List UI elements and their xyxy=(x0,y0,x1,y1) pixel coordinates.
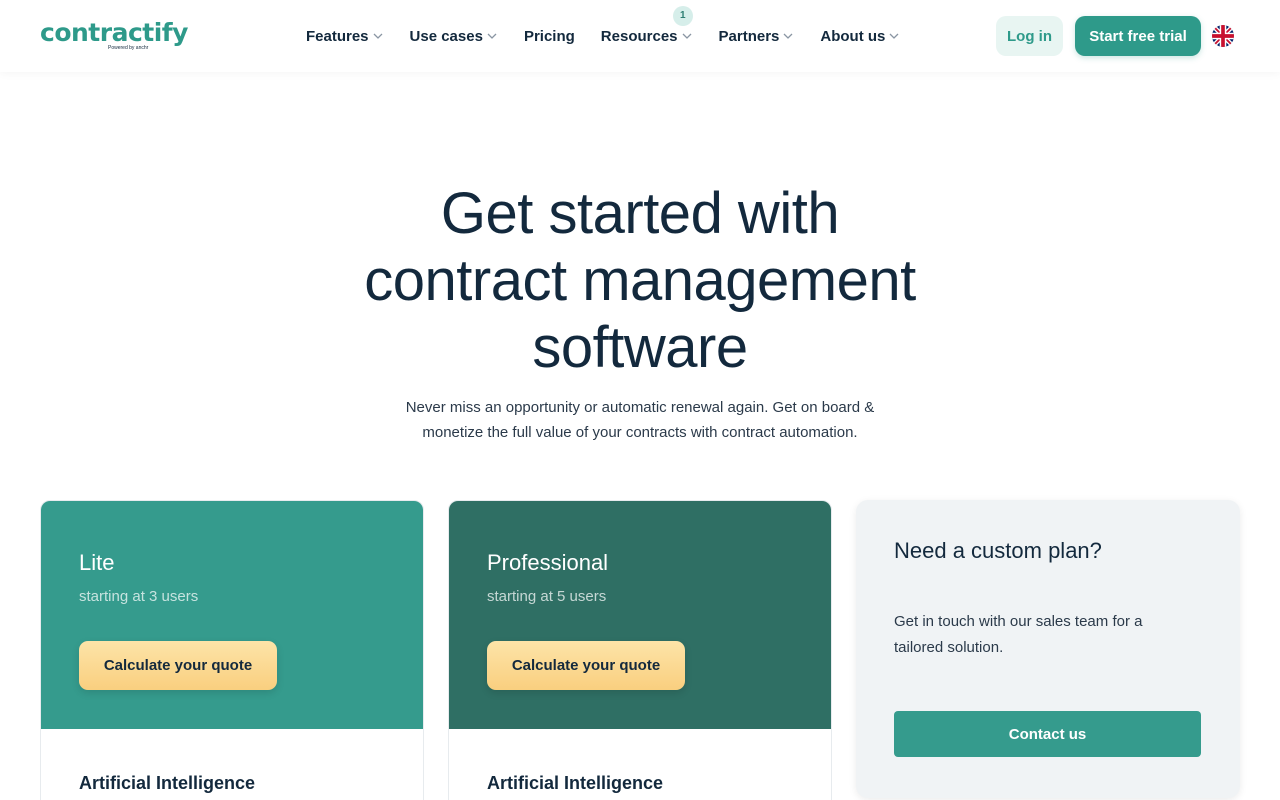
calculate-quote-button[interactable]: Calculate your quote xyxy=(487,641,685,690)
nav-label: Features xyxy=(306,27,369,45)
nav-item-use-cases[interactable]: Use cases xyxy=(410,28,498,45)
hero-subtitle: Never miss an opportunity or automatic r… xyxy=(340,395,940,445)
title-line: software xyxy=(532,315,748,380)
nav-item-partners[interactable]: Partners xyxy=(719,28,795,45)
nav-label: Resources xyxy=(600,27,678,45)
notification-badge: 1 xyxy=(672,5,693,26)
plan-name: Professional xyxy=(487,550,609,575)
logo-tagline: Powered by anchr xyxy=(108,45,149,51)
chevron-down-icon xyxy=(682,33,691,39)
chevron-down-icon xyxy=(889,33,899,39)
nav-item-pricing[interactable]: Pricing xyxy=(524,28,575,45)
plan-card-header: Professional starting at 5 users Calcula… xyxy=(449,501,831,729)
plan-card-lite: Lite starting at 3 users Calculate your … xyxy=(40,500,424,800)
start-free-trial-button[interactable]: Start free trial xyxy=(1075,16,1201,56)
chevron-down-icon xyxy=(487,33,497,39)
page-title: Get started with contract management sof… xyxy=(240,180,1040,381)
nav-label: Use cases xyxy=(409,27,483,45)
chevron-down-icon xyxy=(373,33,382,39)
nav-item-about-us[interactable]: About us xyxy=(820,28,900,45)
calculate-quote-button[interactable]: Calculate your quote xyxy=(79,641,277,690)
main-nav: Features Use cases Pricing Resources 1 P… xyxy=(306,0,926,72)
plan-users: starting at 3 users xyxy=(79,588,199,605)
plan-name: Lite xyxy=(79,550,115,575)
custom-plan-card: Need a custom plan? Get in touch with ou… xyxy=(856,500,1240,798)
plan-users: starting at 5 users xyxy=(487,588,607,605)
contractify-logo[interactable]: contractify Powered by anchr xyxy=(40,18,188,54)
site-header: contractify Powered by anchr Features Us… xyxy=(0,0,1280,72)
chevron-down-icon xyxy=(783,33,793,39)
feature-heading: Artificial Intelligence xyxy=(79,773,256,793)
plan-card-professional: Professional starting at 5 users Calcula… xyxy=(448,500,832,800)
subtitle-line: Never miss an opportunity or automatic r… xyxy=(405,399,875,416)
logo-wordmark: contractify xyxy=(40,18,188,47)
nav-label: Pricing xyxy=(523,27,575,45)
custom-plan-title: Need a custom plan? xyxy=(894,538,1102,563)
subtitle-line: monetize the full value of your contract… xyxy=(422,424,858,441)
plan-card-header: Lite starting at 3 users Calculate your … xyxy=(41,501,423,729)
title-line: contract management xyxy=(364,248,916,313)
title-line: Get started with xyxy=(440,181,840,246)
nav-item-features[interactable]: Features xyxy=(306,28,384,45)
custom-plan-text: Get in touch with our sales team for a t… xyxy=(894,613,1143,656)
nav-label: Partners xyxy=(718,27,780,45)
contact-us-button[interactable]: Contact us xyxy=(894,711,1201,757)
uk-flag-icon[interactable] xyxy=(1212,25,1234,47)
feature-heading: Artificial Intelligence xyxy=(487,773,664,793)
login-button[interactable]: Log in xyxy=(996,16,1063,56)
nav-item-resources[interactable]: Resources 1 xyxy=(600,5,693,45)
nav-label: About us xyxy=(820,27,886,45)
